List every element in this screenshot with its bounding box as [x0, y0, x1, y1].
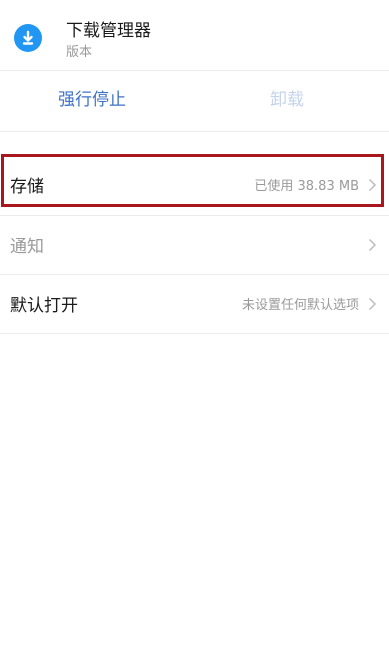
default-open-row[interactable]: 默认打开 未设置任何默认选项: [0, 275, 389, 332]
divider: [0, 333, 389, 334]
storage-label: 存储: [10, 177, 44, 197]
app-header: 下载管理器 版本: [0, 0, 389, 70]
divider: [0, 131, 389, 132]
storage-usage-value: 已使用 38.83 MB: [254, 179, 359, 194]
chevron-right-icon: [368, 238, 377, 251]
chevron-right-icon: [368, 178, 377, 191]
divider: [0, 70, 389, 71]
download-icon: [14, 24, 42, 52]
notification-row[interactable]: 通知: [0, 216, 389, 273]
storage-row[interactable]: 存储 已使用 38.83 MB: [0, 156, 389, 213]
default-open-value: 未设置任何默认选项: [241, 298, 359, 313]
app-version-label: 版本: [66, 45, 93, 60]
app-name: 下载管理器: [66, 21, 151, 41]
force-stop-button[interactable]: 强行停止: [58, 86, 126, 114]
chevron-right-icon: [368, 297, 377, 310]
notification-label: 通知: [10, 237, 44, 257]
uninstall-button[interactable]: 卸载: [270, 86, 304, 114]
default-open-label: 默认打开: [10, 296, 78, 316]
